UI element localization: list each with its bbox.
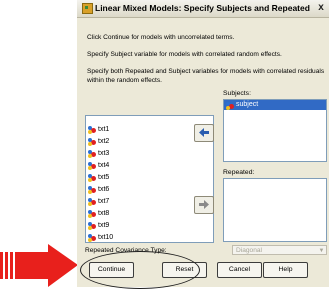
variable-list-item[interactable]: txt10 [86, 232, 213, 244]
left-arrow-icon [199, 128, 209, 137]
variable-item-label: txt1 [98, 126, 110, 133]
right-arrow-icon [199, 200, 209, 209]
subjects-list[interactable]: subject [223, 99, 327, 162]
covariance-type-value: Diagonal [236, 247, 263, 254]
help-button[interactable]: Help [263, 262, 308, 278]
nominal-variable-icon [226, 102, 234, 110]
move-to-repeated-button[interactable] [194, 196, 214, 214]
move-to-subjects-button[interactable] [194, 124, 214, 142]
app-icon [82, 3, 93, 14]
subjects-label: Subjects: [223, 90, 251, 97]
scale-variable-icon [88, 198, 96, 206]
subject-item-label: subject [236, 101, 259, 108]
variable-item-label: txt6 [98, 186, 110, 193]
variable-item-label: txt8 [98, 210, 110, 217]
variable-item-label: txt9 [98, 222, 110, 229]
variable-item-label: txt10 [98, 234, 114, 241]
variable-item-label: txt3 [98, 150, 110, 157]
title-bar[interactable]: Linear Mixed Models: Specify Subjects an… [77, 0, 329, 18]
repeated-list[interactable] [223, 178, 327, 242]
covariance-type-select: Diagonal ▼ [232, 245, 327, 255]
scale-variable-icon [88, 162, 96, 170]
subject-list-item[interactable]: subject [224, 100, 326, 110]
variable-item-label: txt4 [98, 162, 110, 169]
repeated-label: Repeated: [223, 169, 255, 176]
annotation-circle [80, 251, 200, 289]
scale-variable-icon [88, 186, 96, 194]
dialog-title: Linear Mixed Models: Specify Subjects an… [95, 3, 310, 13]
info-subject: Specify Subject variable for models with… [87, 51, 282, 58]
close-button[interactable]: x [315, 2, 327, 14]
scale-variable-icon [88, 138, 96, 146]
specify-subjects-dialog: Linear Mixed Models: Specify Subjects an… [77, 0, 329, 287]
variable-item-label: txt7 [98, 198, 110, 205]
scale-variable-icon [88, 222, 96, 230]
variable-list-item[interactable]: txt4 [86, 160, 213, 172]
variable-list-item[interactable]: txt5 [86, 172, 213, 184]
annotation-red-arrow [0, 244, 78, 287]
scale-variable-icon [88, 126, 96, 134]
cancel-button[interactable]: Cancel [217, 262, 262, 278]
scale-variable-icon [88, 234, 96, 242]
variable-item-label: txt2 [98, 138, 110, 145]
scale-variable-icon [88, 210, 96, 218]
chevron-down-icon: ▼ [318, 248, 325, 254]
variable-item-label: txt5 [98, 174, 110, 181]
info-repeated-subject: Specify both Repeated and Subject variab… [87, 68, 325, 84]
scale-variable-icon [88, 150, 96, 158]
variable-list-item[interactable]: txt9 [86, 220, 213, 232]
info-uncorrelated: Click Continue for models with uncorrela… [87, 34, 235, 41]
variable-list-item[interactable]: txt3 [86, 148, 213, 160]
variable-list-item[interactable]: txt6 [86, 184, 213, 196]
scale-variable-icon [88, 174, 96, 182]
